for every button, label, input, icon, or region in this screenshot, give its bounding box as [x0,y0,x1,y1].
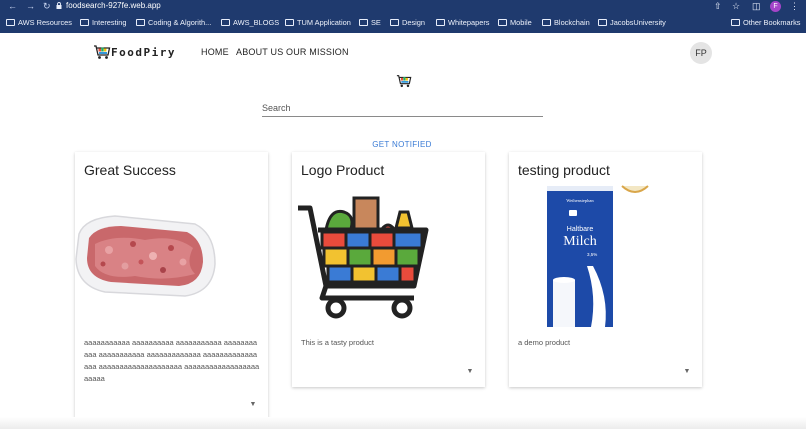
browser-toolbar: ← → ↻ foodsearch-927fe.web.app ⇧ ☆ ◫ F ⋮ [0,0,806,13]
folder-icon [136,19,145,26]
page-bottom-edge [0,417,806,429]
milk-glass-image [553,266,606,327]
reload-icon[interactable]: ↻ [43,1,51,11]
milk-carton-image: Weihenstephan Haltbare Milch 3,5% [547,186,613,327]
crest-icon [569,210,577,216]
product-title: Logo Product [301,162,385,178]
chevron-down-icon[interactable]: ▼ [683,368,691,376]
bookmark-design[interactable]: Design [390,17,425,29]
milk-brand-label: Weihenstephan [566,198,594,203]
share-icon[interactable]: ⇧ [714,1,722,11]
folder-icon [221,19,230,26]
menu-icon[interactable]: ⋮ [790,1,799,11]
bookmark-interesting[interactable]: Interesting [80,17,127,29]
brand-name[interactable]: FoodPiry [111,46,176,59]
folder-icon [731,19,740,26]
bookmark-aws-resources[interactable]: AWS Resources [6,17,72,29]
ground-meat-image [75,215,216,297]
folder-icon [285,19,294,26]
profile-avatar[interactable]: F [770,1,781,12]
bookmark-whitepapers[interactable]: Whitepapers [436,17,490,29]
bookmark-aws-blogs[interactable]: AWS_BLOGS [221,17,279,29]
bookmark-jacobsuniversity[interactable]: JacobsUniversity [598,17,666,29]
cart-logo-icon[interactable] [93,44,111,60]
product-title: Great Success [84,162,176,178]
address-bar[interactable]: foodsearch-927fe.web.app [66,1,161,11]
star-icon[interactable]: ☆ [732,1,740,11]
sidebar-icon[interactable]: ◫ [752,1,761,11]
bookmark-coding[interactable]: Coding & Algorith... [136,17,211,29]
search-input[interactable] [262,99,543,116]
product-description: This is a tasty product [301,338,374,347]
milk-fat-label: 3,5% [587,252,598,257]
folder-icon [498,19,507,26]
lock-icon [56,2,62,9]
folder-icon [390,19,399,26]
bookmark-blockchain[interactable]: Blockchain [542,17,590,29]
product-card-great-success[interactable]: Great Success aaaaaaaaaaa aaaaaaaaaa aaa… [75,152,268,429]
product-description: a demo product [518,338,571,347]
folder-icon [542,19,551,26]
cart-icon [396,75,412,88]
browser-chrome: ← → ↻ foodsearch-927fe.web.app ⇧ ☆ ◫ F ⋮… [0,0,806,33]
user-avatar[interactable]: FP [690,42,712,64]
bookmark-other[interactable]: Other Bookmarks [731,17,801,29]
product-title: testing product [518,162,610,178]
carton-top [547,186,613,191]
bookmark-mobile[interactable]: Mobile [498,17,532,29]
folder-icon [436,19,445,26]
grocery-cart-image [298,196,429,319]
chevron-down-icon[interactable]: ▼ [249,401,257,409]
folder-icon [6,19,15,26]
product-description: aaaaaaaaaaa aaaaaaaaaa aaaaaaaaaaa aaaaa… [84,338,260,383]
folder-icon [359,19,368,26]
chevron-down-icon[interactable]: ▼ [466,368,474,376]
nav-about-us[interactable]: ABOUT US [236,47,283,57]
product-card-logo-product[interactable]: Logo Product This is a tasty product ▼ [292,152,485,387]
folder-icon [80,19,89,26]
milk-name-label: Milch [563,234,597,249]
bowl-image [621,185,649,193]
milk-type-label: Haltbare [566,226,594,233]
bookmark-tum-application[interactable]: TUM Application [285,17,351,29]
folder-icon [598,19,607,26]
get-notified-button[interactable]: GET NOTIFIED [362,140,442,149]
nav-home[interactable]: HOME [201,47,229,57]
forward-icon[interactable]: → [26,1,35,11]
search-field [262,99,543,117]
nav-our-mission[interactable]: OUR MISSION [286,47,349,57]
bookmarks-bar: AWS Resources Interesting Coding & Algor… [0,15,806,31]
back-icon[interactable]: ← [8,1,17,11]
product-card-testing-product[interactable]: testing product Weihenstephan Haltbare M… [509,152,702,387]
bookmark-se[interactable]: SE [359,17,381,29]
